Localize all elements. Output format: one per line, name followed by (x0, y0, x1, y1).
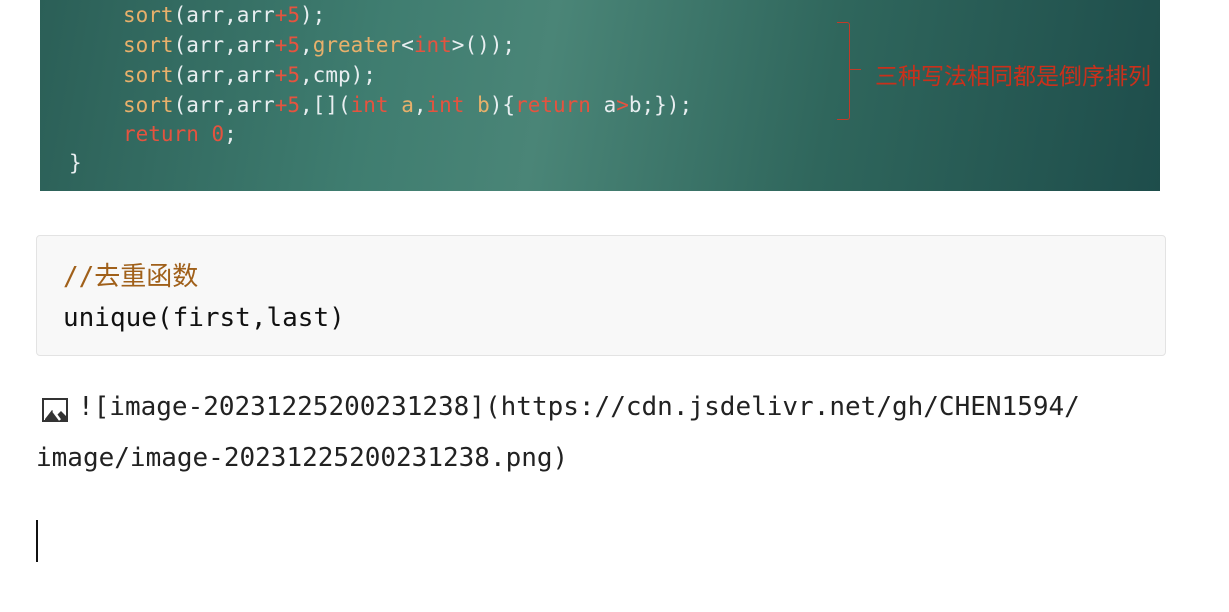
code-token: > (616, 93, 629, 117)
annotation-bracket (837, 22, 850, 120)
annotation-bracket-tick (849, 69, 861, 70)
code-token: ; (224, 122, 237, 146)
markdown-image-syntax-line2[interactable]: image/image-20231225200231238.png) (36, 443, 568, 473)
code-token: ,[]( (300, 93, 351, 117)
code-token: a (590, 93, 617, 117)
code-token: return (123, 122, 199, 146)
code-line: return 0; (123, 119, 237, 149)
code-token: int (426, 93, 465, 117)
code-token: (arr,arr (173, 63, 275, 87)
code-token: a (401, 93, 414, 117)
code-token: b;}); (628, 93, 693, 117)
code-token: sort (123, 93, 174, 117)
markdown-image-syntax-line1[interactable]: ![image-20231225200231238](https://cdn.j… (78, 392, 1080, 422)
code-line: sort(arr,arr+5,greater<int>()); (123, 30, 515, 60)
annotation-text: 三种写法相同都是倒序排列 (875, 64, 1151, 90)
code-line: sort(arr,arr+5); (123, 0, 325, 30)
code-token: sort (123, 63, 174, 87)
code-token: , (413, 93, 427, 117)
code-token: (arr,arr (173, 33, 275, 57)
code-token: sort (123, 3, 174, 27)
code-token: +5 (274, 63, 301, 87)
text-cursor (36, 520, 38, 562)
code-token: >()); (451, 33, 516, 57)
code-line: sort(arr,arr+5,cmp); (123, 60, 376, 90)
code-token: int (413, 33, 452, 57)
code-token: greater (312, 33, 402, 57)
code-token: return (515, 93, 591, 117)
code-token: +5 (274, 3, 301, 27)
broken-image-icon (42, 398, 68, 422)
code-token: int (350, 93, 389, 117)
code-token: +5 (274, 93, 301, 117)
code-token: , (300, 33, 313, 57)
code-token: b (477, 93, 490, 117)
code-screenshot-image: sort(arr,arr+5); sort(arr,arr+5,greater<i… (40, 0, 1160, 191)
code-comment: //去重函数 (63, 262, 199, 292)
code-token: ); (300, 3, 326, 27)
code-token: (arr,arr (173, 3, 275, 27)
code-token: (arr,arr (173, 93, 275, 117)
closing-brace: } (69, 151, 82, 175)
code-block[interactable]: //去重函数 unique(first,last) (36, 235, 1166, 356)
code-token: ){ (489, 93, 516, 117)
code-text: unique(first,last) (63, 303, 345, 333)
code-token: +5 (274, 33, 301, 57)
code-token: 0 (211, 122, 225, 146)
code-token: < (401, 33, 414, 57)
code-token: ,cmp); (300, 63, 376, 87)
code-line: sort(arr,arr+5,[](int a,int b){return a>… (123, 90, 692, 120)
code-token: sort (123, 33, 174, 57)
